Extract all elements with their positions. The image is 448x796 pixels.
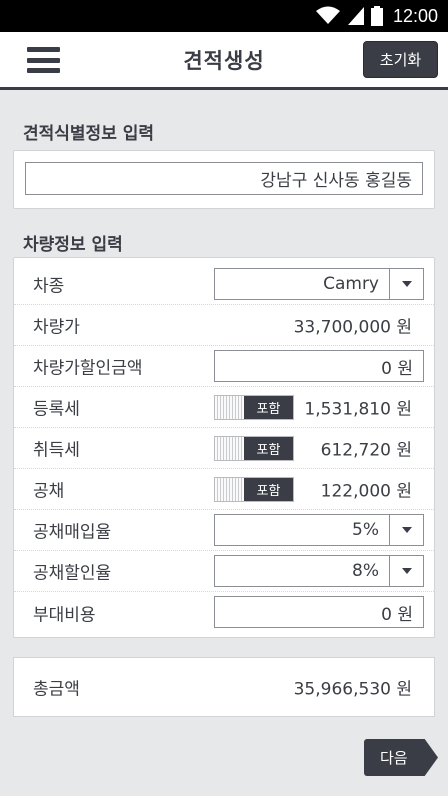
- bond-discount-rate-select[interactable]: 8%: [214, 555, 424, 587]
- battery-icon: [370, 6, 383, 26]
- status-time: 12:00: [392, 5, 438, 26]
- bond-purchase-rate-select[interactable]: 5%: [214, 514, 424, 546]
- identification-input[interactable]: 강남구 신사동 홍길동: [25, 162, 423, 195]
- bond-discount-rate-value: 8%: [352, 561, 379, 581]
- bond-label: 공채: [33, 481, 65, 502]
- additional-cost-row: 부대비용 0 원: [14, 592, 434, 633]
- total-card: 총금액 35,966,530 원: [13, 657, 435, 717]
- vehicle-model-value: Camry: [323, 274, 379, 294]
- identification-section-title: 견적식별정보 입력: [23, 124, 155, 144]
- vehicle-price-label: 차량가: [33, 317, 80, 338]
- additional-cost-label: 부대비용: [33, 605, 96, 625]
- vehicle-card: 차종 Camry 차량가 33,700,000 원 차량가할인금액 0 원 등록…: [13, 257, 435, 638]
- price-discount-label: 차량가할인금액: [33, 358, 143, 379]
- toggle-grip: [215, 478, 244, 501]
- bond-value: 122,000 원: [320, 481, 412, 502]
- bond-discount-rate-label: 공채할인율: [33, 563, 112, 584]
- bond-discount-rate-row: 공채할인율 8%: [14, 551, 434, 592]
- price-discount-row: 차량가할인금액 0 원: [14, 346, 434, 387]
- app-header: 견적생성 초기화: [0, 32, 448, 90]
- bond-purchase-rate-value: 5%: [352, 520, 379, 540]
- acquisition-tax-row: 취득세 포함 612,720 원: [14, 428, 434, 469]
- chevron-down-icon[interactable]: [389, 269, 423, 299]
- vehicle-model-select[interactable]: Camry: [214, 268, 424, 300]
- total-label: 총금액: [33, 679, 80, 700]
- registration-tax-row: 등록세 포함 1,531,810 원: [14, 387, 434, 428]
- registration-tax-toggle[interactable]: 포함: [214, 395, 294, 420]
- chevron-down-icon[interactable]: [389, 515, 423, 545]
- registration-tax-label: 등록세: [33, 399, 80, 420]
- total-value: 35,966,530 원: [293, 679, 412, 700]
- reset-button[interactable]: 초기화: [363, 41, 438, 78]
- status-bar: 12:00: [0, 0, 448, 32]
- toggle-grip: [215, 396, 244, 419]
- vehicle-model-row: 차종 Camry: [14, 264, 434, 305]
- signal-icon: [347, 6, 365, 26]
- vehicle-price-row: 차량가 33,700,000 원: [14, 305, 434, 346]
- toggle-label: 포함: [244, 437, 293, 460]
- toggle-grip: [215, 437, 244, 460]
- next-button[interactable]: 다음: [364, 739, 438, 776]
- chevron-down-icon[interactable]: [389, 556, 423, 586]
- price-discount-input[interactable]: 0 원: [214, 350, 424, 382]
- additional-cost-value: 0 원: [381, 604, 413, 625]
- bond-row: 공채 포함 122,000 원: [14, 469, 434, 510]
- wifi-icon: [315, 6, 341, 26]
- vehicle-model-label: 차종: [33, 276, 65, 297]
- vehicle-section-title: 차량정보 입력: [23, 235, 123, 255]
- bond-purchase-rate-row: 공채매입율 5%: [14, 510, 434, 551]
- acquisition-tax-label: 취득세: [33, 440, 80, 461]
- bond-toggle[interactable]: 포함: [214, 477, 294, 502]
- registration-tax-value: 1,531,810 원: [304, 399, 412, 420]
- price-discount-value: 0 원: [381, 358, 413, 379]
- vehicle-price-value: 33,700,000 원: [293, 317, 412, 338]
- toggle-label: 포함: [244, 478, 293, 501]
- acquisition-tax-value: 612,720 원: [320, 440, 412, 461]
- identification-card: 강남구 신사동 홍길동: [13, 150, 435, 209]
- toggle-label: 포함: [244, 396, 293, 419]
- acquisition-tax-toggle[interactable]: 포함: [214, 436, 294, 461]
- bond-purchase-rate-label: 공채매입율: [33, 522, 112, 543]
- additional-cost-input[interactable]: 0 원: [214, 596, 424, 628]
